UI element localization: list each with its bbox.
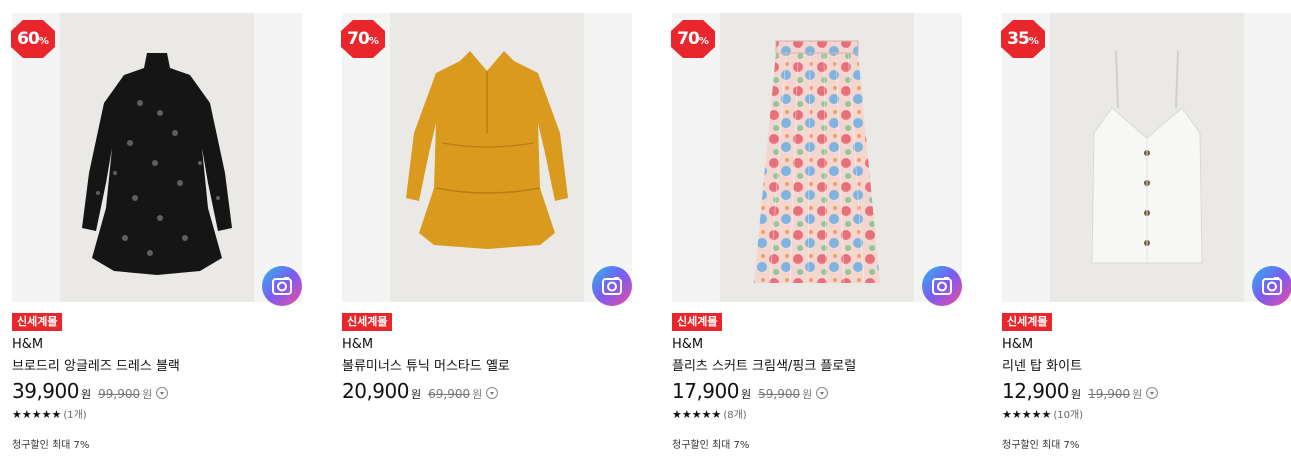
star-rating: ★★★★★ <box>672 408 722 421</box>
card-discount-info: 청구할인 최대 7% <box>672 440 750 451</box>
product-card[interactable]: 60% 신세계몰 H&M 브로드리 앙글레즈 드레스 블랙 39,900 원 9… <box>11 0 304 465</box>
product-image[interactable] <box>342 13 632 302</box>
rating: ★★★★★ (8개) <box>672 406 747 421</box>
discount-unit: % <box>38 36 49 47</box>
store-tag: 신세계몰 <box>12 313 63 331</box>
discount-rate: 35 <box>1007 29 1030 49</box>
product-image[interactable] <box>672 13 962 302</box>
store-tag: 신세계몰 <box>1002 313 1053 331</box>
product-photo <box>720 13 914 302</box>
camera-icon <box>602 277 622 295</box>
review-count: (8개) <box>723 410 747 421</box>
original-price: 69,900 <box>428 387 471 401</box>
product-title[interactable]: 볼류미너스 튜닉 머스타드 옐로 <box>342 355 510 374</box>
discount-unit: % <box>698 36 709 47</box>
product-brand: H&M <box>342 337 374 352</box>
price-unit: 원 <box>410 388 422 401</box>
dress-black-illustration <box>60 13 254 302</box>
product-card[interactable]: 70% 신세계몰 H&M 플리츠 스커트 크림색/핑크 플로럴 17,900 원… <box>671 0 964 465</box>
sale-price: 17,900 <box>672 379 739 403</box>
sale-price: 12,900 <box>1002 379 1069 403</box>
product-photo <box>60 13 254 302</box>
image-search-button[interactable] <box>262 266 302 306</box>
price-row: 39,900 원 99,900 원 <box>12 379 169 405</box>
product-brand: H&M <box>12 337 44 352</box>
product-photo <box>390 13 584 302</box>
store-tag: 신세계몰 <box>342 313 393 331</box>
discount-badge: 70% <box>341 20 385 58</box>
card-discount-info: 청구할인 최대 7% <box>1002 440 1080 451</box>
image-search-button[interactable] <box>592 266 632 306</box>
original-price: 59,900 <box>758 387 801 401</box>
product-image[interactable] <box>12 13 302 302</box>
price-row: 12,900 원 19,900 원 <box>1002 379 1159 405</box>
camera-icon <box>1262 277 1282 295</box>
discount-rate: 70 <box>347 29 370 49</box>
product-photo <box>1050 13 1244 302</box>
top-white-illustration <box>1050 13 1244 302</box>
product-card[interactable]: 70% 신세계몰 H&M 볼류미너스 튜닉 머스타드 옐로 20,900 원 6… <box>341 0 634 465</box>
sale-price: 20,900 <box>342 379 409 403</box>
sale-price: 39,900 <box>12 379 79 403</box>
discount-unit: % <box>368 36 379 47</box>
rating: ★★★★★ (1개) <box>12 406 87 421</box>
price-unit: 원 <box>80 388 92 401</box>
product-brand: H&M <box>1002 337 1034 352</box>
original-price-unit: 원 <box>142 388 153 401</box>
price-row: 20,900 원 69,900 원 <box>342 379 499 405</box>
star-rating: ★★★★★ <box>12 408 62 421</box>
review-count: (1개) <box>63 410 87 421</box>
chevron-down-circle-icon[interactable] <box>486 387 499 399</box>
review-count: (10개) <box>1053 410 1084 421</box>
star-rating: ★★★★★ <box>1002 408 1052 421</box>
chevron-down-circle-icon[interactable] <box>156 387 169 399</box>
discount-unit: % <box>1028 36 1039 47</box>
skirt-floral-illustration <box>720 13 914 302</box>
discount-badge: 60% <box>11 20 55 58</box>
original-price-unit: 원 <box>802 388 813 401</box>
product-image[interactable] <box>1002 13 1291 302</box>
camera-icon <box>272 277 292 295</box>
discount-rate: 70 <box>677 29 700 49</box>
price-unit: 원 <box>1070 388 1082 401</box>
price-unit: 원 <box>740 388 752 401</box>
store-tag: 신세계몰 <box>672 313 723 331</box>
tunic-mustard-illustration <box>390 13 584 302</box>
price-row: 17,900 원 59,900 원 <box>672 379 829 405</box>
camera-icon <box>932 277 952 295</box>
original-price: 99,900 <box>98 387 141 401</box>
chevron-down-circle-icon[interactable] <box>816 387 829 399</box>
original-price-unit: 원 <box>1132 388 1143 401</box>
image-search-button[interactable] <box>1252 266 1291 306</box>
rating: ★★★★★ (10개) <box>1002 406 1083 421</box>
original-price: 19,900 <box>1088 387 1131 401</box>
product-brand: H&M <box>672 337 704 352</box>
discount-badge: 70% <box>671 20 715 58</box>
product-card[interactable]: 35% 신세계몰 H&M 리넨 탑 화이트 12,900 원 19,900 원 … <box>1001 0 1291 465</box>
chevron-down-circle-icon[interactable] <box>1146 387 1159 399</box>
image-search-button[interactable] <box>922 266 962 306</box>
original-price-unit: 원 <box>472 388 483 401</box>
discount-rate: 60 <box>17 29 40 49</box>
product-title[interactable]: 리넨 탑 화이트 <box>1002 355 1082 374</box>
card-discount-info: 청구할인 최대 7% <box>12 440 90 451</box>
product-title[interactable]: 브로드리 앙글레즈 드레스 블랙 <box>12 355 180 374</box>
discount-badge: 35% <box>1001 20 1045 58</box>
product-title[interactable]: 플리츠 스커트 크림색/핑크 플로럴 <box>672 355 856 374</box>
